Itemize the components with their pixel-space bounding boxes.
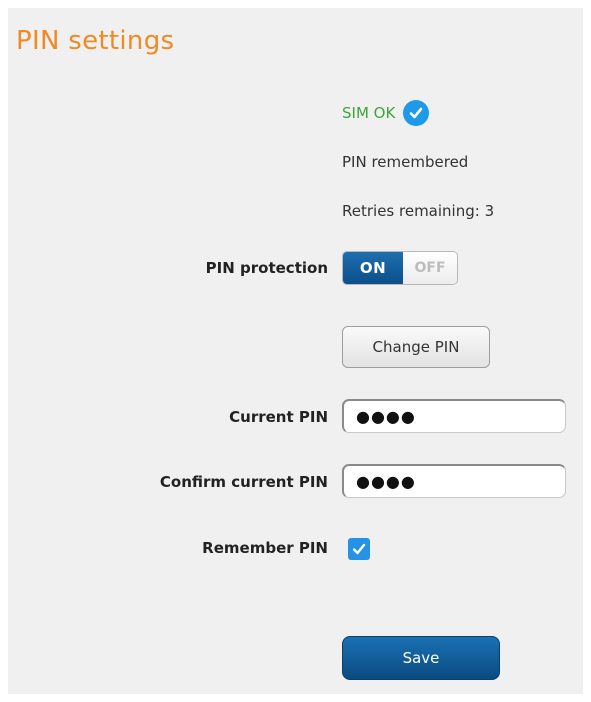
pin-settings-panel: PIN settings SIM OK PIN remembered Retri… xyxy=(8,8,583,694)
current-pin-label: Current PIN xyxy=(229,408,328,426)
pin-status-row: PIN remembered xyxy=(342,153,468,171)
save-button[interactable]: Save xyxy=(342,636,500,680)
remember-pin-label: Remember PIN xyxy=(202,539,328,557)
page-title: PIN settings xyxy=(16,26,175,56)
remember-pin-checkbox[interactable] xyxy=(348,538,370,560)
pin-protection-toggle[interactable]: ON OFF xyxy=(342,251,458,285)
retries-remaining-text: Retries remaining: 3 xyxy=(342,202,495,220)
retries-row: Retries remaining: 3 xyxy=(342,202,494,220)
check-mark-icon xyxy=(410,107,423,119)
toggle-on-option[interactable]: ON xyxy=(343,252,403,284)
toggle-off-option[interactable]: OFF xyxy=(403,252,457,284)
checkbox-check-icon xyxy=(352,543,366,555)
check-circle-icon xyxy=(403,100,430,126)
current-pin-value: ●●●● xyxy=(356,407,416,426)
confirm-pin-value: ●●●● xyxy=(356,472,416,491)
change-pin-button[interactable]: Change PIN xyxy=(342,326,490,368)
pin-status-text: PIN remembered xyxy=(342,153,469,171)
sim-status-text: SIM OK xyxy=(342,104,396,122)
sim-status-row: SIM OK xyxy=(342,100,430,126)
confirm-pin-label: Confirm current PIN xyxy=(159,473,328,491)
pin-protection-label: PIN protection xyxy=(205,259,328,277)
confirm-pin-input[interactable]: ●●●● xyxy=(342,464,566,498)
current-pin-input[interactable]: ●●●● xyxy=(342,399,566,433)
